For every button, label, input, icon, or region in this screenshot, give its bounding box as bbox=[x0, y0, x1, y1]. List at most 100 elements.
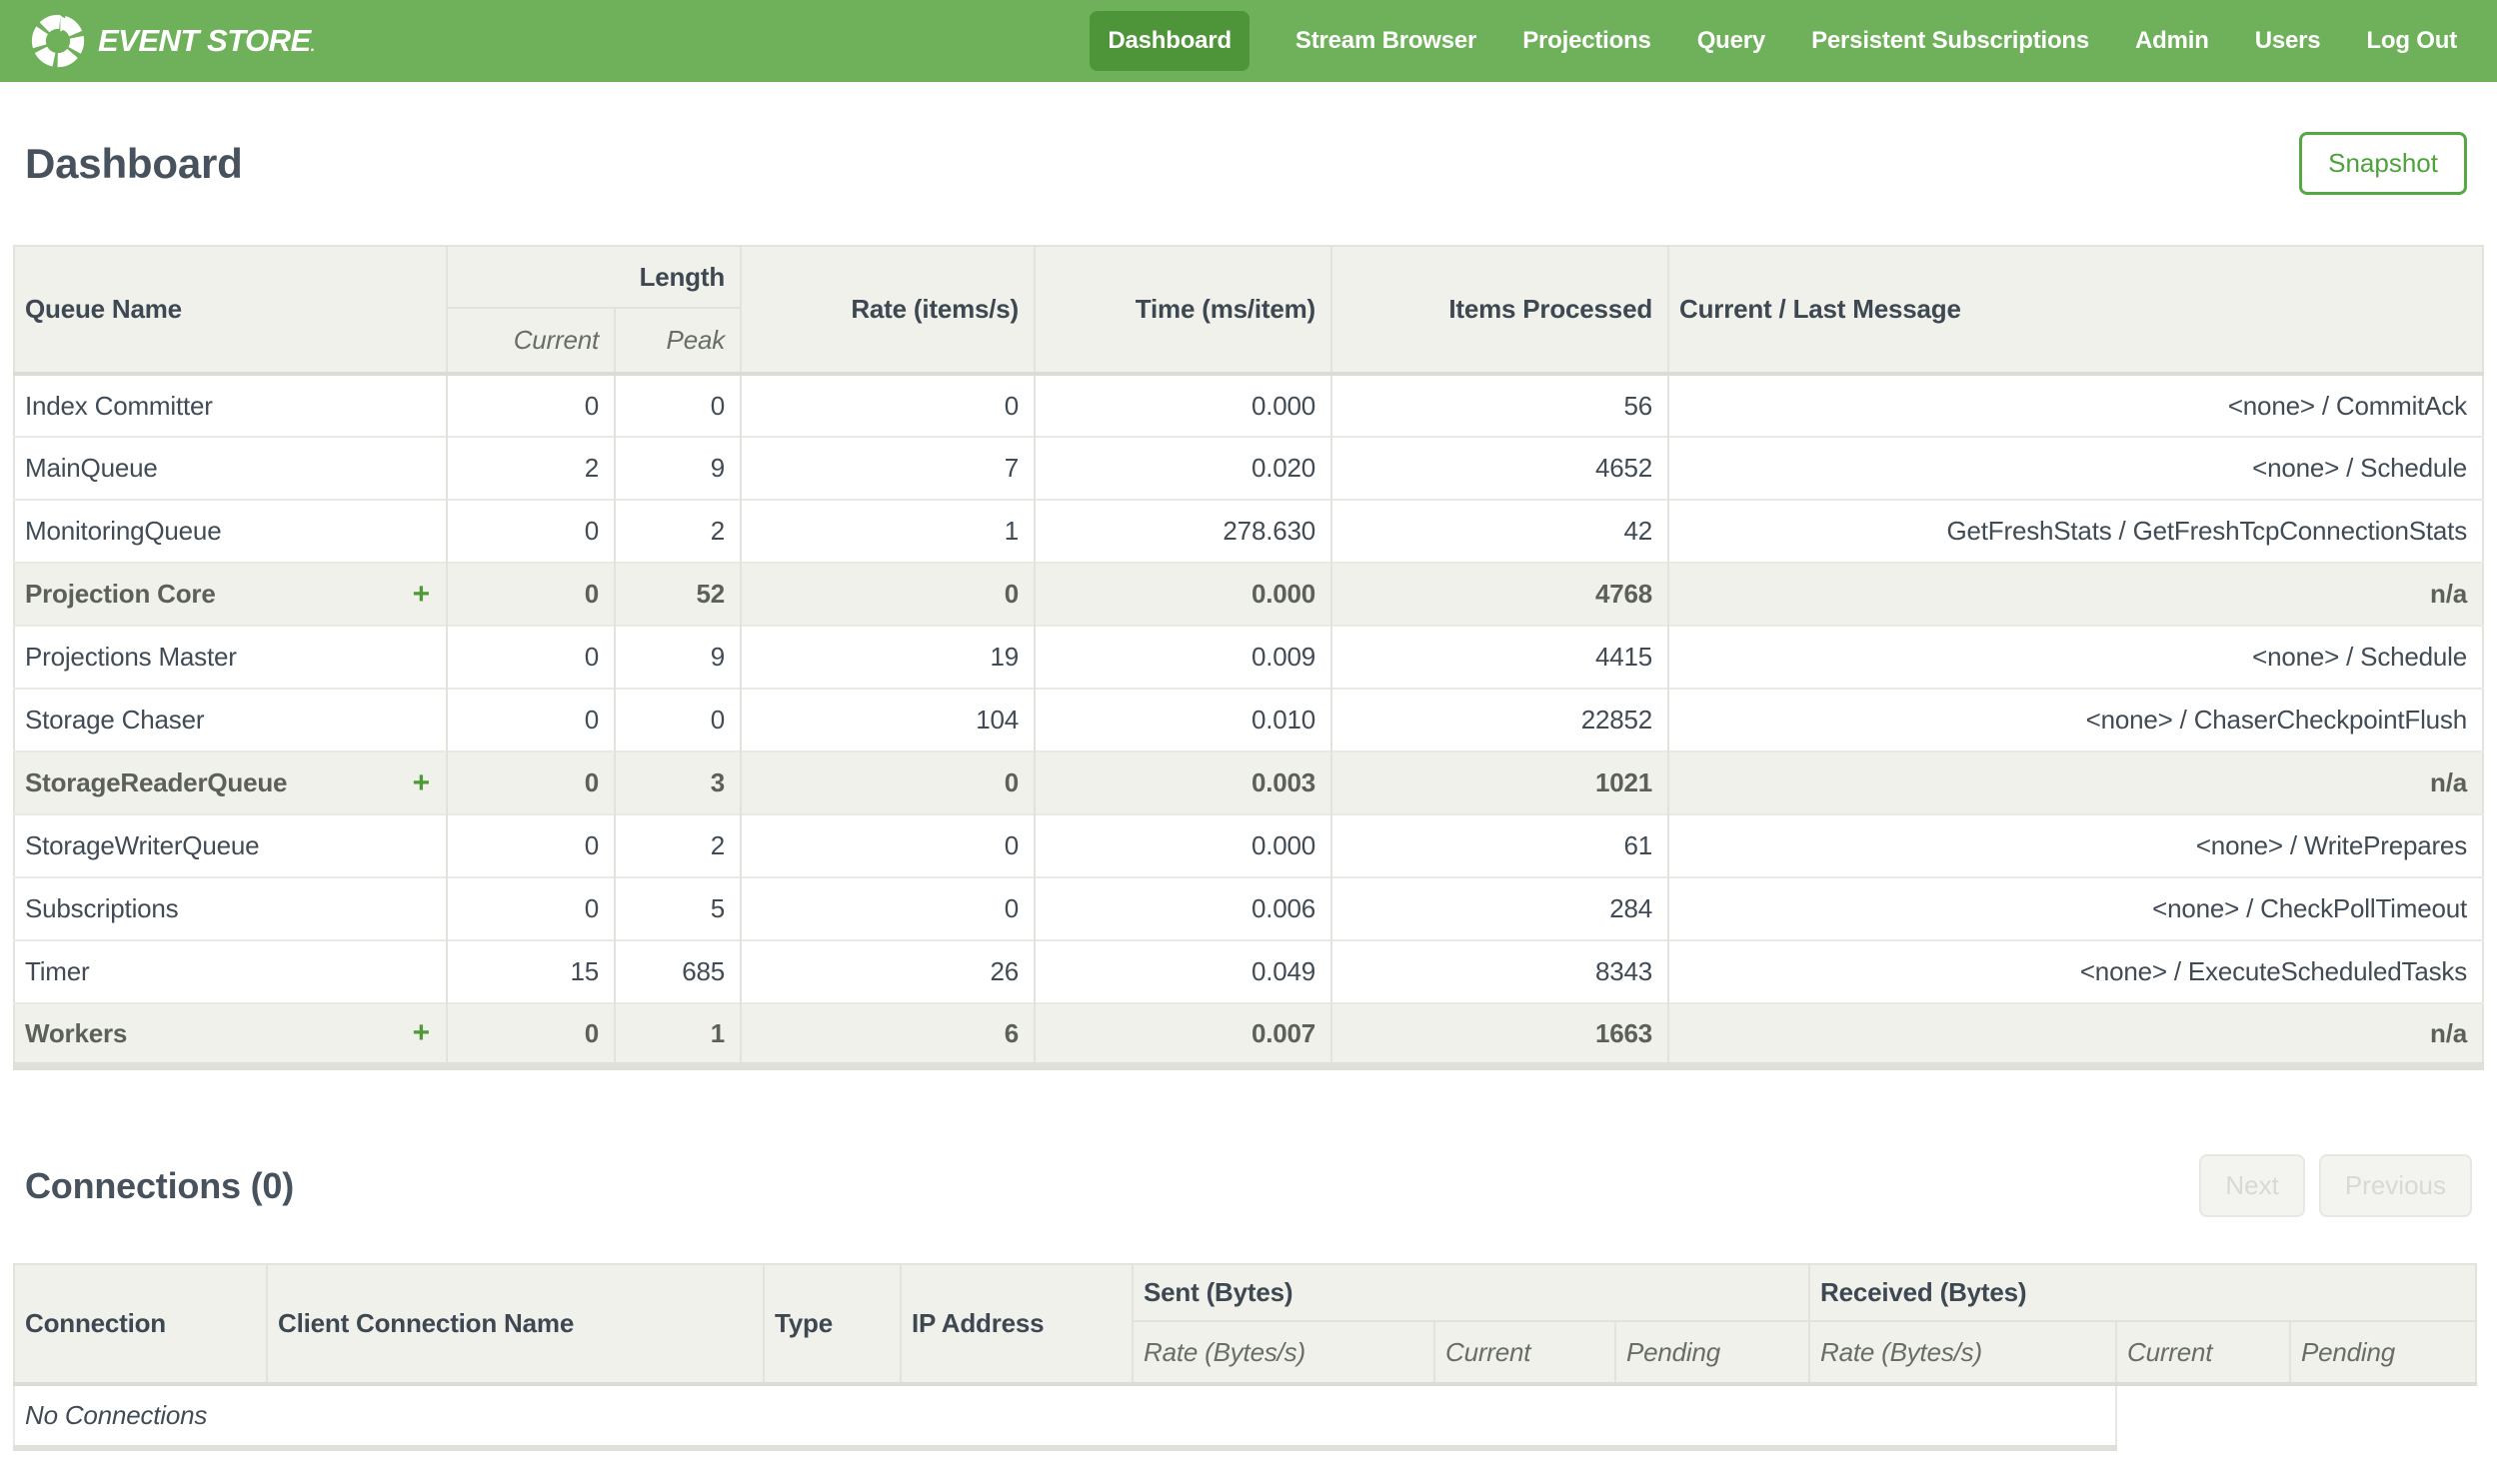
queue-name: Workers bbox=[25, 1017, 128, 1048]
queue-peak-cell: 2 bbox=[613, 499, 742, 563]
queue-rate-cell: 0 bbox=[740, 373, 1036, 437]
queue-row-workers: Workers +0 1 6 0.007 1663 n/a bbox=[14, 1002, 2483, 1066]
queue-message-cell: <none> / Schedule bbox=[1667, 436, 2483, 500]
no-connections-row-gap bbox=[2116, 1384, 2476, 1448]
queue-items-processed-cell: 4768 bbox=[1330, 562, 1669, 626]
col-header-connection: Connection bbox=[13, 1263, 268, 1385]
col-header-items-processed: Items Processed bbox=[1330, 246, 1669, 374]
queue-time-cell: 278.630 bbox=[1034, 499, 1332, 563]
expand-queue-button[interactable]: + bbox=[413, 578, 431, 612]
queue-time-cell: 0.003 bbox=[1034, 750, 1332, 814]
col-header-sent-rate: Rate (Bytes/s) bbox=[1132, 1320, 1435, 1385]
nav-item-admin[interactable]: Admin bbox=[2135, 11, 2209, 71]
queue-message-cell: <none> / Schedule bbox=[1667, 625, 2483, 689]
queue-time-cell: 0.020 bbox=[1034, 436, 1332, 500]
queue-time-cell: 0.006 bbox=[1034, 876, 1332, 940]
nav-item-dashboard[interactable]: Dashboard bbox=[1090, 11, 1249, 71]
col-header-client-connection-name: Client Connection Name bbox=[266, 1263, 765, 1385]
queue-rate-cell: 7 bbox=[740, 436, 1036, 500]
queue-current-cell: 0 bbox=[446, 1002, 615, 1066]
connections-pager: Next Previous bbox=[2199, 1154, 2472, 1217]
queue-name-cell: Subscriptions bbox=[14, 876, 447, 940]
queue-items-processed-cell: 61 bbox=[1330, 813, 1669, 877]
queue-row-mainqueue: MainQueue 2 9 7 0.020 4652 <none> / Schedule bbox=[14, 436, 2483, 500]
col-header-sent-bytes: Sent (Bytes) bbox=[1132, 1263, 1810, 1322]
queue-rate-cell: 104 bbox=[740, 688, 1036, 751]
nav-item-log-out[interactable]: Log Out bbox=[2366, 11, 2457, 71]
queue-current-cell: 0 bbox=[446, 813, 615, 877]
navbar: EVENT STORE. Dashboard Stream Browser Proj… bbox=[0, 0, 2497, 82]
queue-name-cell: Index Committer bbox=[14, 373, 447, 437]
queue-name: Subscriptions bbox=[25, 893, 179, 923]
queue-row-subscriptions: Subscriptions 0 5 0 0.006 284 <none> / CheckPo… bbox=[14, 876, 2483, 940]
no-connections-row: No Connections bbox=[13, 1383, 2476, 1451]
queue-time-cell: 0.009 bbox=[1034, 625, 1332, 689]
queue-row-projections-master: Projections Master 0 9 19 0.009 4415 <none> / … bbox=[14, 625, 2483, 689]
previous-button[interactable]: Previous bbox=[2318, 1154, 2472, 1217]
queues-table-header: Queue Name Length Rate (items/s) Time (m… bbox=[14, 246, 2483, 374]
queue-message-cell: <none> / ExecuteScheduledTasks bbox=[1667, 939, 2483, 1003]
queue-name: MainQueue bbox=[25, 453, 158, 483]
queue-peak-cell: 9 bbox=[613, 625, 742, 689]
queue-peak-cell: 2 bbox=[613, 813, 742, 877]
nav-item-stream-browser[interactable]: Stream Browser bbox=[1295, 11, 1476, 71]
expand-queue-button[interactable]: + bbox=[413, 766, 431, 800]
col-header-length-current: Current bbox=[446, 308, 615, 374]
col-header-received-current: Current bbox=[2115, 1320, 2291, 1385]
col-header-received-rate: Rate (Bytes/s) bbox=[1808, 1320, 2117, 1385]
queue-name: StorageReaderQueue bbox=[25, 767, 288, 797]
queue-current-cell: 0 bbox=[446, 562, 615, 626]
nav-item-projections[interactable]: Projections bbox=[1522, 11, 1651, 71]
queue-rate-cell: 0 bbox=[740, 562, 1036, 626]
queue-rate-cell: 6 bbox=[740, 1002, 1036, 1066]
queue-name-cell: Projection Core + bbox=[14, 562, 447, 626]
col-header-length: Length bbox=[445, 246, 742, 309]
queues-table-body: Index Committer 0 0 0 0.000 56 <none> / Commit… bbox=[14, 373, 2483, 1066]
nav-item-users[interactable]: Users bbox=[2255, 11, 2321, 71]
queue-items-processed-cell: 4415 bbox=[1330, 625, 1669, 689]
queue-items-processed-cell: 4652 bbox=[1330, 436, 1669, 500]
queue-name-cell: StorageWriterQueue bbox=[14, 813, 447, 877]
col-header-message: Current / Last Message bbox=[1667, 246, 2483, 374]
connections-table-body: No Connections bbox=[13, 1383, 2476, 1451]
queue-rate-cell: 26 bbox=[740, 939, 1036, 1003]
col-header-sent-current: Current bbox=[1433, 1320, 1616, 1385]
queue-rate-cell: 19 bbox=[740, 625, 1036, 689]
queue-time-cell: 0.010 bbox=[1034, 688, 1332, 751]
queue-items-processed-cell: 8343 bbox=[1330, 939, 1669, 1003]
nav-item-query[interactable]: Query bbox=[1697, 11, 1766, 71]
col-header-type: Type bbox=[763, 1263, 902, 1385]
queue-name-cell: Storage Chaser bbox=[14, 688, 447, 751]
connections-table-header: Connection Client Connection Name Type I… bbox=[13, 1263, 2477, 1385]
queue-time-cell: 0.000 bbox=[1034, 813, 1332, 877]
queue-time-cell: 0.049 bbox=[1034, 939, 1332, 1003]
circular-arrows-logo-icon bbox=[31, 14, 85, 68]
queue-current-cell: 0 bbox=[446, 876, 615, 940]
queue-current-cell: 0 bbox=[446, 373, 615, 437]
queue-row-index-committer: Index Committer 0 0 0 0.000 56 <none> / Commit… bbox=[14, 373, 2483, 437]
queue-name: StorageWriterQueue bbox=[25, 830, 260, 860]
queue-message-cell: n/a bbox=[1667, 1002, 2483, 1066]
queue-time-cell: 0.000 bbox=[1034, 562, 1332, 626]
queue-peak-cell: 5 bbox=[613, 876, 742, 940]
queue-row-storagereaderqueue: StorageReaderQueue +0 3 0 0.003 1021 n/a bbox=[14, 750, 2483, 814]
queue-row-storagewriterqueue: StorageWriterQueue 0 2 0 0.000 61 <none> / Wri… bbox=[14, 813, 2483, 877]
queue-name: Index Committer bbox=[25, 390, 213, 421]
queue-name-cell: StorageReaderQueue + bbox=[14, 750, 447, 814]
snapshot-button[interactable]: Snapshot bbox=[2299, 132, 2467, 195]
queue-items-processed-cell: 56 bbox=[1330, 373, 1669, 437]
queue-rate-cell: 0 bbox=[740, 876, 1036, 940]
queue-rate-cell: 0 bbox=[740, 750, 1036, 814]
queue-row-projection-core: Projection Core +0 52 0 0.000 4768 n/a bbox=[14, 562, 2483, 626]
queue-name: Projections Master bbox=[25, 642, 237, 672]
page-title: Dashboard bbox=[25, 139, 243, 187]
queue-current-cell: 0 bbox=[446, 625, 615, 689]
event-store-logo[interactable]: EVENT STORE. bbox=[30, 13, 315, 69]
queue-current-cell: 0 bbox=[446, 499, 615, 563]
queues-table: Queue Name Length Rate (items/s) Time (m… bbox=[13, 245, 2484, 1070]
nav-item-persistent-subscriptions[interactable]: Persistent Subscriptions bbox=[1811, 11, 2089, 71]
queue-row-monitoringqueue: MonitoringQueue 0 2 1 278.630 42 GetFreshStats… bbox=[14, 499, 2483, 563]
expand-queue-button[interactable]: + bbox=[413, 1016, 431, 1050]
queue-rate-cell: 0 bbox=[740, 813, 1036, 877]
next-button[interactable]: Next bbox=[2199, 1154, 2305, 1217]
